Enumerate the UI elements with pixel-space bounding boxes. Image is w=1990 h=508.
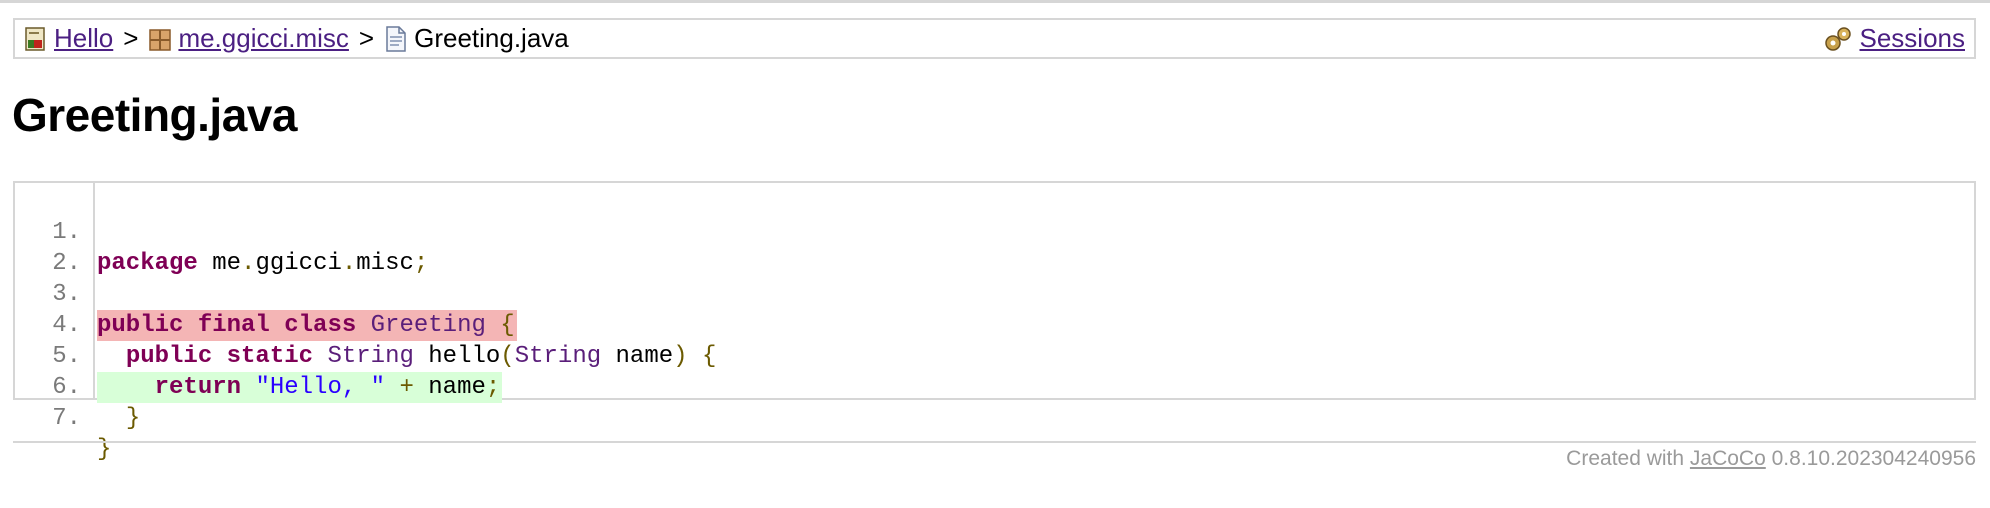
- package-icon: [149, 28, 172, 51]
- top-divider: [0, 0, 1990, 3]
- report-icon: [25, 26, 45, 51]
- jacoco-link[interactable]: JaCoCo: [1690, 447, 1766, 470]
- gears-icon: [1824, 26, 1851, 51]
- footer-divider: [13, 441, 1976, 443]
- source-line: 3. public final class Greeting {: [15, 248, 517, 341]
- breadcrumb-link-package[interactable]: me.ggicci.misc: [178, 23, 348, 54]
- sessions-link[interactable]: Sessions: [1860, 23, 1966, 54]
- breadcrumb-trail: Hello > me.ggicci.misc > Greeting.java: [15, 23, 569, 54]
- source-code: package me.ggicci.misc;: [97, 250, 429, 277]
- source-code: }: [97, 436, 112, 463]
- source-file-icon: [386, 25, 406, 52]
- source-code: }: [125, 405, 141, 432]
- source-line: 7. }: [15, 372, 111, 463]
- breadcrumb-separator: >: [358, 23, 375, 53]
- breadcrumb-link-hello[interactable]: Hello: [54, 23, 113, 54]
- source-code-not-covered: public final class Greeting {: [97, 310, 517, 341]
- source-code: public static String hello(String name) …: [125, 343, 717, 370]
- source-line: 6. }: [15, 341, 140, 432]
- footer-prefix: Created with: [1566, 447, 1685, 470]
- line-number: 7.: [52, 405, 81, 432]
- source-line: 4. public static String hello(String nam…: [15, 279, 716, 370]
- source-code-fully-covered: return "Hello, " + name;: [97, 372, 503, 403]
- sessions-link-wrap: Sessions: [1822, 23, 1975, 54]
- page-title: Greeting.java: [12, 89, 297, 141]
- source-line: 2.: [15, 217, 81, 277]
- breadcrumb-separator: >: [123, 23, 139, 53]
- source-listing: 1. package me.ggicci.misc; 2. 3. public …: [13, 181, 1976, 463]
- footer: Created with JaCoCo 0.8.10.202304240956: [1566, 447, 1976, 471]
- breadcrumb: Hello > me.ggicci.misc > Greeting.java S…: [13, 18, 1976, 59]
- source-line: 5. return "Hello, " + name;: [15, 310, 503, 403]
- source-line: 1. package me.ggicci.misc;: [15, 186, 428, 277]
- footer-version: 0.8.10.202304240956: [1771, 447, 1976, 470]
- breadcrumb-current: Greeting.java: [414, 23, 569, 53]
